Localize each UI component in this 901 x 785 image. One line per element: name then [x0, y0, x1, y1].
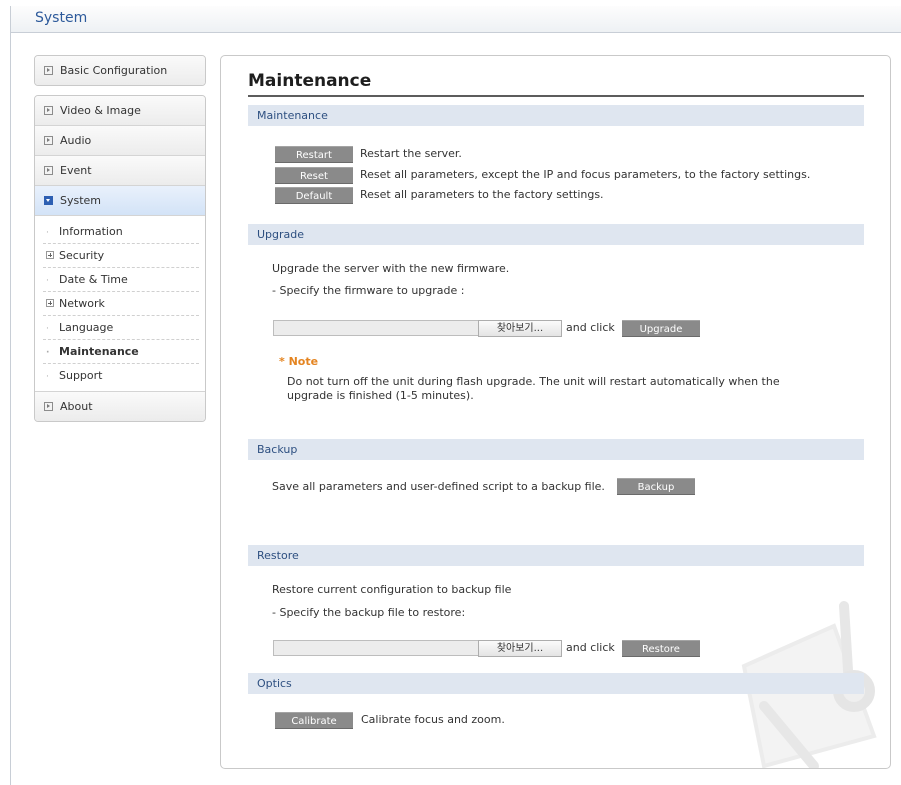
submenu-item-label: Security	[59, 249, 105, 262]
bullet-icon: ·	[46, 228, 49, 238]
submenu-item-label: Information	[59, 225, 123, 238]
sidebar-item-label: Video & Image	[60, 104, 141, 117]
submenu-item-label: Support	[59, 369, 103, 382]
submenu-item-network[interactable]: Network	[43, 292, 199, 316]
sidebar-item-label: Basic Configuration	[60, 64, 168, 77]
section-header-optics: Optics	[248, 673, 864, 694]
main-panel: Maintenance Maintenance Restart Restart …	[220, 55, 891, 769]
note-text: Do not turn off the unit during flash up…	[287, 375, 780, 402]
header-title: System	[35, 10, 88, 26]
sidebar-item-event[interactable]: Event	[35, 156, 205, 186]
sidebar-item-audio[interactable]: Audio	[35, 126, 205, 156]
submenu-item-maintenance[interactable]: · Maintenance	[43, 340, 199, 364]
upgrade-instruction: - Specify the firmware to upgrade :	[272, 284, 465, 297]
expand-arrow-icon	[44, 165, 53, 175]
bullet-icon: ·	[46, 276, 49, 286]
calibrate-description: Calibrate focus and zoom.	[361, 713, 505, 726]
backup-button[interactable]: Backup	[617, 478, 695, 495]
submenu-item-security[interactable]: Security	[43, 244, 199, 268]
sidebar-item-label: Audio	[60, 134, 92, 147]
upgrade-button[interactable]: Upgrade	[622, 320, 700, 337]
left-border	[10, 32, 11, 785]
section-header-backup: Backup	[248, 439, 864, 460]
submenu-item-language[interactable]: · Language	[43, 316, 199, 340]
restore-button[interactable]: Restore	[622, 640, 700, 657]
restart-button[interactable]: Restart	[275, 146, 353, 163]
sidebar-item-label: Event	[60, 164, 92, 177]
and-click-text: and click	[566, 641, 615, 654]
default-button[interactable]: Default	[275, 187, 353, 204]
sidebar-basic-group: Basic Configuration	[34, 55, 206, 86]
submenu-item-information[interactable]: · Information	[43, 220, 199, 244]
submenu-item-label: Network	[59, 297, 105, 310]
sidebar-main-group: Video & Image Audio Event System · Inform…	[34, 95, 206, 422]
expand-arrow-icon	[44, 401, 53, 411]
sidebar-item-label: System	[60, 194, 102, 207]
calibrate-button[interactable]: Calibrate	[275, 712, 353, 729]
sidebar-item-basic-configuration[interactable]: Basic Configuration	[35, 56, 205, 85]
submenu-item-support[interactable]: · Support	[43, 364, 199, 387]
page-title: Maintenance	[248, 71, 864, 97]
page-header: System	[10, 6, 901, 33]
bullet-icon: ·	[46, 372, 49, 382]
submenu-item-label: Language	[59, 321, 114, 334]
reset-description: Reset all parameters, except the IP and …	[360, 168, 811, 181]
expand-arrow-icon	[44, 105, 53, 115]
note-title: * Note	[279, 355, 319, 368]
section-header-maintenance: Maintenance	[248, 105, 864, 126]
restore-description: Restore current configuration to backup …	[272, 583, 512, 596]
bullet-icon: ·	[46, 324, 49, 334]
and-click-text: and click	[566, 321, 615, 334]
section-header-restore: Restore	[248, 545, 864, 566]
reset-button[interactable]: Reset	[275, 167, 353, 184]
restore-file-input[interactable]	[273, 640, 479, 656]
submenu-item-date-time[interactable]: · Date & Time	[43, 268, 199, 292]
firmware-file-input[interactable]	[273, 320, 479, 336]
expand-plus-icon[interactable]	[46, 251, 54, 259]
upgrade-description: Upgrade the server with the new firmware…	[272, 262, 510, 275]
sidebar-item-video-image[interactable]: Video & Image	[35, 96, 205, 126]
restore-instruction: - Specify the backup file to restore:	[272, 606, 466, 619]
restore-browse-button[interactable]: 찾아보기...	[478, 640, 562, 657]
expand-arrow-icon	[44, 65, 53, 75]
submenu-item-label: Maintenance	[59, 345, 139, 358]
submenu-item-label: Date & Time	[59, 273, 128, 286]
expand-arrow-icon	[44, 135, 53, 145]
system-submenu: · Information Security · Date & Time Netwo…	[35, 216, 205, 392]
expand-plus-icon[interactable]	[46, 299, 54, 307]
sidebar-item-label: About	[60, 400, 93, 413]
collapse-arrow-icon	[44, 195, 53, 205]
default-description: Reset all parameters to the factory sett…	[360, 188, 604, 201]
restart-description: Restart the server.	[360, 147, 462, 160]
bullet-icon: ·	[46, 348, 50, 358]
section-header-upgrade: Upgrade	[248, 224, 864, 245]
firmware-browse-button[interactable]: 찾아보기...	[478, 320, 562, 337]
sidebar-item-about[interactable]: About	[35, 392, 205, 421]
sidebar-item-system[interactable]: System	[35, 186, 205, 216]
backup-description: Save all parameters and user-defined scr…	[272, 480, 605, 493]
